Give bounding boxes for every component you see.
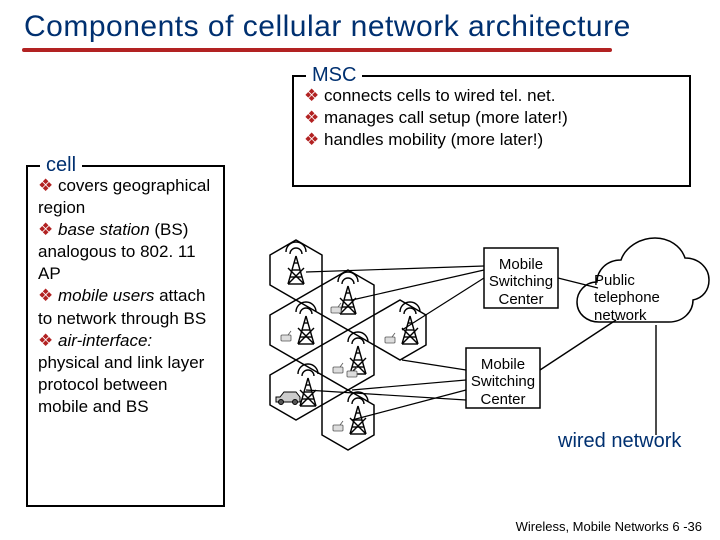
- page-title: Components of cellular network architect…: [24, 10, 631, 44]
- msc1-label: Mobile Switching Center: [488, 256, 554, 308]
- public-net-label: Public telephone network: [594, 272, 690, 324]
- msc-box: MSC ❖ connects cells to wired tel. net. …: [292, 75, 691, 187]
- cell-item: ❖ base station (BS) analogous to 802. 11…: [38, 219, 213, 285]
- cell-item: ❖ mobile users attach to network through…: [38, 285, 213, 329]
- msc-legend: MSC: [306, 62, 362, 88]
- slide-footer: Wireless, Mobile Networks 6 -36: [516, 519, 702, 534]
- msc-item: ❖ connects cells to wired tel. net.: [304, 85, 679, 107]
- cell-item: ❖ covers geographical region: [38, 175, 213, 219]
- wired-net-label: wired network: [558, 430, 681, 453]
- msc-item: ❖ manages call setup (more later!): [304, 107, 679, 129]
- network-diagram: Mobile Switching Center Mobile Switching…: [226, 200, 706, 530]
- cell-box: cell ❖ covers geographical region ❖ base…: [26, 165, 225, 507]
- cell-item: ❖ air-interface: physical and link layer…: [38, 330, 213, 418]
- cell-legend: cell: [40, 152, 82, 178]
- msc-item: ❖ handles mobility (more later!): [304, 129, 679, 151]
- msc2-label: Mobile Switching Center: [470, 356, 536, 408]
- title-underline: [22, 48, 612, 52]
